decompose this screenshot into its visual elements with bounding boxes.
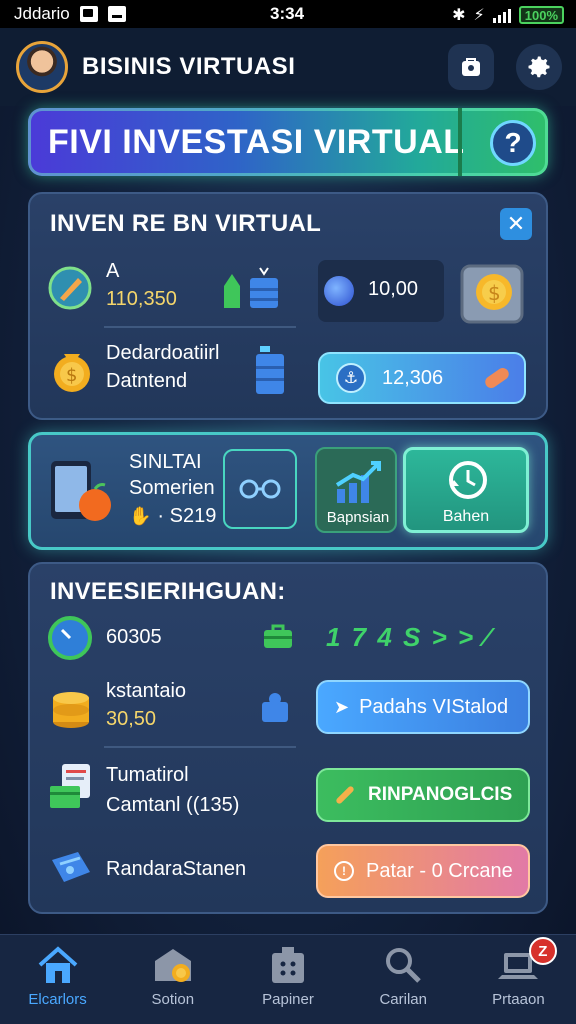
- investment-banner[interactable]: FIVI INVESTASI VIRTUAL ?: [28, 108, 548, 176]
- app-title: BISINIS VIRTUASI: [82, 53, 296, 80]
- close-button[interactable]: ✕: [500, 208, 532, 240]
- coin-safe-icon: $: [460, 264, 524, 324]
- message-notification-icon: [107, 6, 126, 22]
- globe-icon: [324, 276, 354, 306]
- notification-badge: Z: [528, 937, 557, 965]
- tablet-icon: [51, 461, 111, 521]
- upload-button-label: Padahs VIStalod: [359, 695, 509, 718]
- asset-value: 110,350: [106, 288, 177, 310]
- report-sublabel: Camtanl ((135): [106, 794, 240, 816]
- simulation-card: SINLTAI Somerien ✋ · S219 Bapnsian Bahen: [28, 432, 548, 550]
- balance-amount: 10,00: [368, 278, 419, 300]
- patar-button[interactable]: ! Patar - 0 Crcane: [316, 844, 530, 898]
- avatar[interactable]: [16, 41, 68, 93]
- holding-value: 30,50: [106, 708, 157, 730]
- anchor-icon: ⚓: [336, 363, 366, 393]
- report-button-label: RINPANOGLCIS: [368, 784, 513, 805]
- investment-action-button[interactable]: Bapnsian: [315, 447, 397, 533]
- gear-icon: [528, 56, 550, 78]
- banner-divider: [458, 108, 462, 176]
- coins-icon: ✋: [129, 506, 152, 526]
- report-label: Tumatirol: [106, 764, 189, 786]
- settings-button[interactable]: [516, 44, 562, 90]
- pill-icon: [482, 365, 512, 391]
- banner-title: FIVI INVESTASI VIRTUAL: [48, 122, 465, 161]
- app-header: BISINIS VIRTUASI: [0, 28, 576, 106]
- close-icon: ✕: [506, 211, 526, 236]
- patar-button-label: Patar - 0 Crcane: [366, 859, 513, 882]
- nav-item-portfolio[interactable]: Papiner: [230, 935, 345, 1024]
- pencil-icon: [335, 785, 355, 805]
- simulation-title: SINLTAI: [129, 451, 202, 473]
- gauge-icon: [48, 616, 92, 660]
- simulation-subtitle: Somerien: [129, 477, 215, 499]
- battery-indicator: 100%: [518, 6, 564, 24]
- storage-icon: [154, 949, 191, 982]
- nav-label-profile: Prtaaon: [492, 991, 545, 1008]
- nav-item-search[interactable]: Carilan: [346, 935, 461, 1024]
- ticker-value: 60305: [106, 626, 162, 648]
- nav-item-storage[interactable]: Sotion: [115, 935, 230, 1024]
- row-divider: [104, 746, 296, 748]
- cash-document-icon: [50, 764, 90, 808]
- bluetooth-icon: ✱: [452, 7, 466, 24]
- money-bag-icon: $: [54, 354, 90, 392]
- dividend-label: Dedardoatiirl: [106, 342, 220, 364]
- change-button-label: Bahen: [442, 508, 490, 525]
- signal-icon: [492, 7, 511, 23]
- nav-label-home: Elcarlors: [28, 991, 87, 1008]
- clock: 3:34: [270, 4, 305, 23]
- briefcase-icon: [264, 624, 292, 648]
- vibrate-icon: ⚡: [473, 7, 485, 24]
- change-button[interactable]: Bahen: [403, 447, 529, 533]
- simulation-value-row: ✋ · S219: [129, 505, 216, 528]
- balance-box: 10,00: [318, 260, 444, 322]
- briefcase-icon: [272, 947, 304, 983]
- row-divider: [104, 326, 296, 328]
- svg-text:$: $: [488, 281, 501, 305]
- glasses-button[interactable]: [223, 449, 297, 529]
- holding-label: kstantaio: [106, 680, 187, 702]
- pencil-badge-icon: [48, 266, 92, 310]
- asset-label: A: [106, 260, 120, 282]
- investment-list-title: INVEESIERIHGUAN:: [50, 578, 286, 605]
- inventory-card-title: INVEN RE BN VIRTUAL: [50, 210, 322, 237]
- growth-chart-icon: [224, 267, 278, 308]
- investment-list-card: INVEESIERIHGUAN: 60305 1 7 4 S > > ⁄ kst…: [28, 562, 548, 914]
- user-badge-icon: [262, 693, 288, 722]
- trend-sequence: 1 7 4 S > > ⁄: [326, 622, 491, 652]
- server-stack-icon: [256, 346, 284, 394]
- upload-button[interactable]: ➤ Padahs VIStalod: [316, 680, 530, 734]
- bottom-navigation: Elcarlors Sotion Papiner Carilan Prtaaon…: [0, 934, 576, 1024]
- inventory-card: INVEN RE BN VIRTUAL ✕ A 110,350 10,00 $ …: [28, 192, 548, 420]
- nav-label-storage: Sotion: [151, 991, 195, 1008]
- arrow-icon: ➤: [334, 696, 350, 717]
- search-icon: [386, 948, 421, 983]
- nav-item-profile[interactable]: Prtaaon Z: [461, 935, 576, 1024]
- coin-stack-icon: [53, 692, 89, 728]
- nav-label-portfolio: Papiner: [262, 991, 314, 1008]
- investment-action-label: Bapnsian: [326, 509, 390, 526]
- ticket-icon: [52, 852, 90, 882]
- carrier-label: Jddario: [14, 4, 70, 23]
- image-notification-icon: [79, 6, 98, 22]
- dividend-amount: 12,306: [382, 366, 444, 389]
- refresh-clock-icon: [449, 461, 487, 499]
- report-button[interactable]: RINPANOGLCIS: [316, 768, 530, 822]
- dividend-sublabel: Datntend: [106, 370, 188, 392]
- trend-up-icon: [335, 461, 381, 503]
- status-bar: Jddario 3:34 ✱ ⚡ 100%: [0, 0, 576, 28]
- home-icon: [38, 946, 77, 983]
- store-icon: [462, 58, 480, 76]
- simulation-value: · S219: [157, 505, 217, 527]
- store-button[interactable]: [448, 44, 494, 90]
- alert-icon: !: [334, 861, 354, 881]
- help-button[interactable]: ?: [490, 120, 536, 166]
- glasses-icon: [239, 479, 281, 499]
- random-station-label: RandaraStanen: [106, 858, 247, 880]
- svg-text:$: $: [66, 365, 77, 386]
- nav-item-home[interactable]: Elcarlors: [0, 935, 115, 1024]
- dividend-button[interactable]: ⚓ 12,306: [318, 352, 526, 404]
- nav-label-search: Carilan: [379, 991, 427, 1008]
